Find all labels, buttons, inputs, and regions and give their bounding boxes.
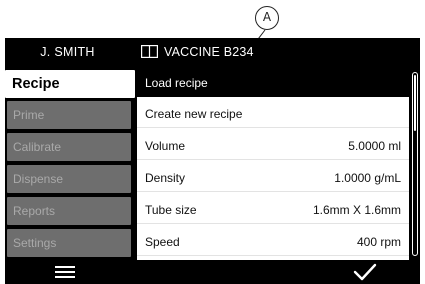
tab-settings[interactable]: Settings xyxy=(7,229,131,257)
row-label: Tube size xyxy=(145,203,197,217)
scrollbar[interactable] xyxy=(412,72,418,256)
list-item-tube-size[interactable]: Tube size 1.6mm X 1.6mm xyxy=(137,197,409,224)
book-icon xyxy=(141,45,158,58)
tab-reports[interactable]: Reports xyxy=(7,197,131,225)
sidebar-menu: Recipe Prime Calibrate Dispense Reports … xyxy=(5,70,135,260)
list-item-volume[interactable]: Volume 5.0000 ml xyxy=(137,133,409,160)
tab-recipe[interactable]: Recipe xyxy=(5,70,135,98)
row-label: Create new recipe xyxy=(145,107,243,121)
user-name: J. SMITH xyxy=(40,45,95,59)
row-label: Speed xyxy=(145,235,180,249)
row-label: Density xyxy=(145,171,186,185)
menu-icon[interactable] xyxy=(55,265,75,279)
list-item-create-recipe[interactable]: Create new recipe xyxy=(137,101,409,128)
list-item-speed[interactable]: Speed 400 rpm xyxy=(137,229,409,256)
row-value: 1.0000 g/mL xyxy=(334,171,401,185)
row-label: Load recipe xyxy=(145,76,208,90)
callout-label: A xyxy=(255,6,279,30)
row-label: Volume xyxy=(145,139,186,153)
list-item-density[interactable]: Density 1.0000 g/mL xyxy=(137,165,409,192)
recipe-list: Load recipe Create new recipe Volume 5.0… xyxy=(137,70,409,260)
footer-bar xyxy=(5,260,420,284)
tab-dispense[interactable]: Dispense xyxy=(7,165,131,193)
bottle-name: VACCINE B234 xyxy=(164,45,254,59)
list-item-load-recipe[interactable]: Load recipe xyxy=(137,70,409,97)
tab-calibrate[interactable]: Calibrate xyxy=(7,133,131,161)
checkmark-icon[interactable] xyxy=(353,262,377,282)
device-screen: J. SMITH VACCINE B234 Recipe Prime Calib… xyxy=(5,38,420,284)
row-value: 400 rpm xyxy=(356,235,401,249)
tab-prime[interactable]: Prime xyxy=(7,101,131,129)
row-value: 1.6mm X 1.6mm xyxy=(312,203,401,217)
row-value: 5.0000 ml xyxy=(348,139,401,153)
scrollbar-thumb[interactable] xyxy=(414,75,416,131)
header-bar: J. SMITH VACCINE B234 xyxy=(5,38,420,66)
